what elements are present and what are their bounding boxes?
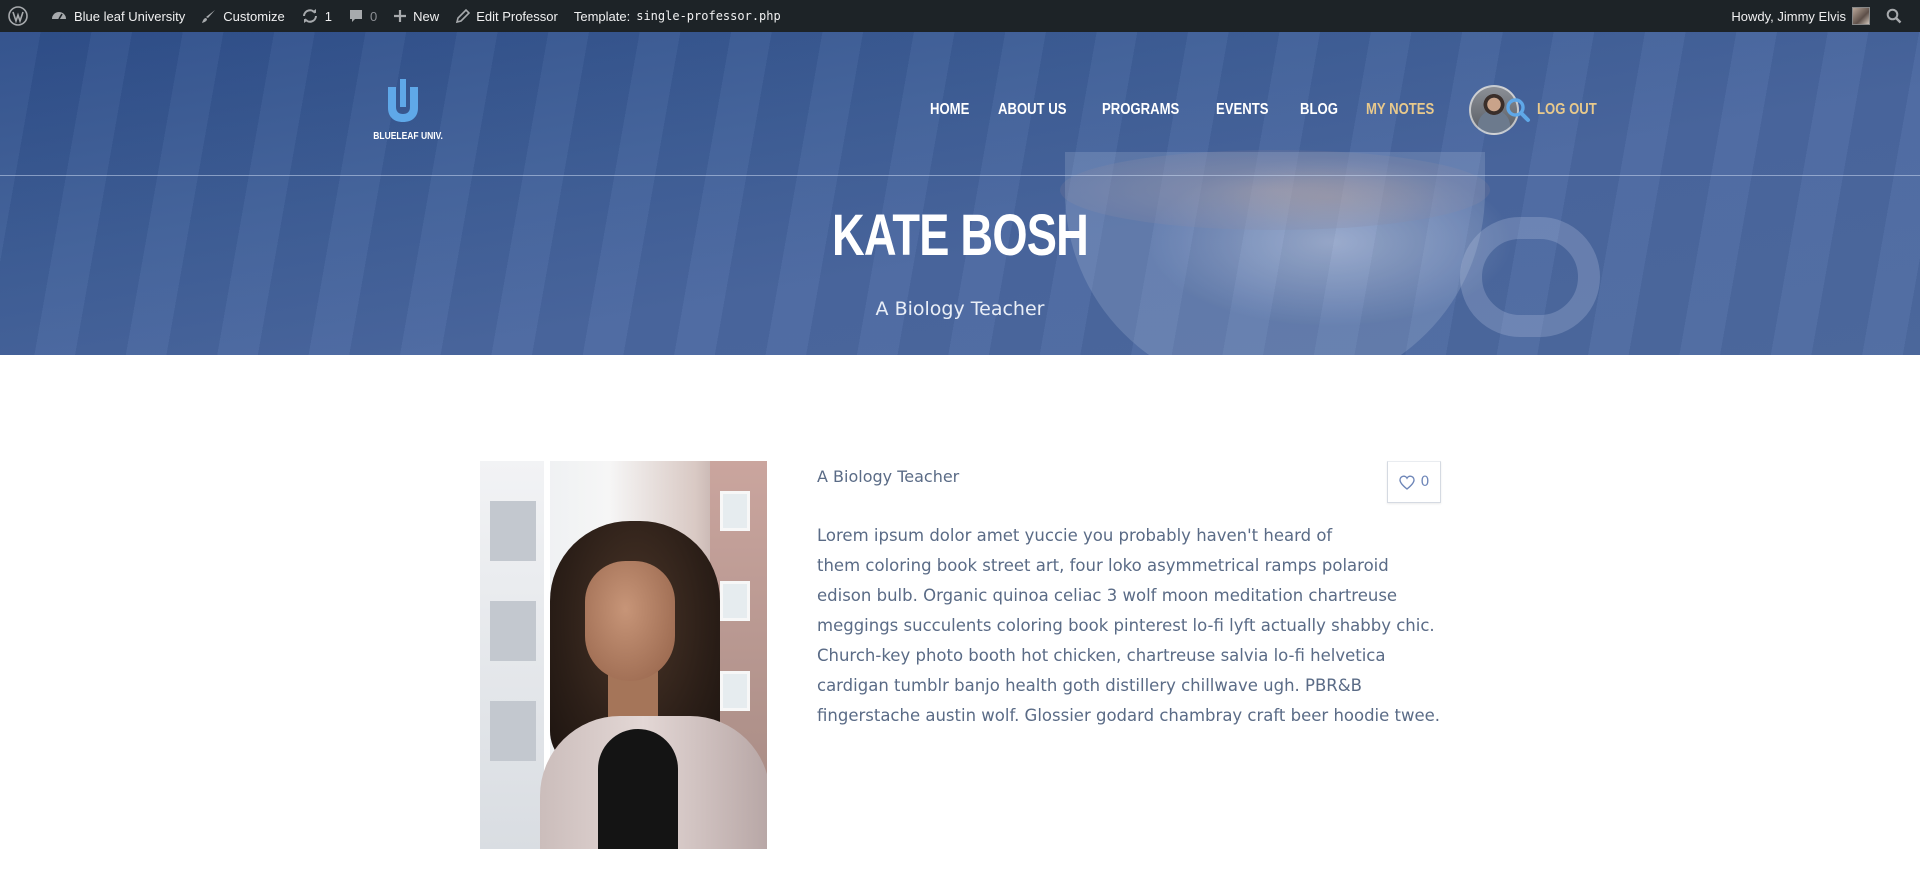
edit-label: Edit Professor [476, 8, 558, 24]
nav-about-us[interactable]: ABOUT US [998, 101, 1067, 119]
bio-line: them coloring book street art, four loko… [817, 556, 1389, 575]
greeting: Howdy, Jimmy Elvis [1731, 8, 1846, 24]
logo-u-icon [388, 79, 418, 122]
search-icon [1506, 98, 1530, 122]
wp-logo-menu[interactable] [0, 0, 42, 32]
professor-bio: Lorem ipsum dolor amet yuccie you probab… [817, 521, 1467, 731]
admin-bar-left: Blue leaf University Customize 1 0 New E… [0, 0, 789, 32]
bio-line: cardigan tumblr banjo health goth distil… [817, 676, 1362, 695]
like-button[interactable]: 0 [1387, 461, 1441, 503]
customize-link[interactable]: Customize [193, 0, 292, 32]
site-name: Blue leaf University [74, 8, 186, 24]
updates-link[interactable]: 1 [293, 0, 340, 32]
brush-icon [202, 10, 216, 23]
nav-events[interactable]: EVENTS [1216, 101, 1268, 119]
nav-programs[interactable]: PROGRAMS [1102, 101, 1179, 119]
bio-line: Lorem ipsum dolor amet yuccie you probab… [817, 526, 1333, 545]
header-divider [0, 175, 1920, 176]
plus-icon [394, 10, 407, 22]
template-file: single-professor.php [636, 9, 781, 23]
pencil-icon [456, 8, 471, 23]
wordpress-icon [8, 6, 28, 26]
heart-icon [1398, 474, 1415, 490]
page-subtitle: A Biology Teacher [875, 298, 1045, 320]
like-count: 0 [1420, 474, 1430, 490]
photo-top [598, 729, 678, 849]
professor-subtitle: A Biology Teacher [817, 467, 960, 486]
site-name-link[interactable]: Blue leaf University [42, 0, 193, 32]
site-search-button[interactable] [1505, 97, 1531, 127]
nav-blog[interactable]: BLOG [1300, 101, 1338, 119]
search-icon [1886, 8, 1902, 24]
comments-count: 0 [369, 8, 378, 24]
refresh-icon [302, 9, 317, 23]
nav-home[interactable]: HOME [930, 101, 969, 119]
admin-search[interactable] [1878, 0, 1920, 32]
bio-line: edison bulb. Organic quinoa celiac 3 wol… [817, 586, 1398, 605]
bio-line: meggings succulents coloring book pinter… [817, 616, 1435, 635]
logo-text: BLUELEAF UNIV. [373, 131, 443, 142]
page-banner: BLUELEAF UNIV. HOME ABOUT US PROGRAMS EV… [0, 32, 1920, 355]
dashboard-icon [52, 12, 66, 20]
my-account-link[interactable]: Howdy, Jimmy Elvis [1723, 0, 1878, 32]
admin-bar-right: Howdy, Jimmy Elvis [1723, 0, 1920, 32]
edit-professor-link[interactable]: Edit Professor [447, 0, 566, 32]
page-title: KATE BOSH [831, 203, 1089, 268]
professor-photo [480, 461, 767, 849]
admin-avatar [1852, 7, 1870, 25]
comment-icon [349, 10, 362, 22]
template-label: Template: [573, 8, 631, 24]
comments-link[interactable]: 0 [340, 0, 385, 32]
customize-label: Customize [223, 8, 285, 24]
nav-log-out[interactable]: LOG OUT [1537, 101, 1597, 119]
admin-bar: Blue leaf University Customize 1 0 New E… [0, 0, 1920, 32]
photo-face [585, 561, 675, 681]
bio-line: Church-key photo booth hot chicken, char… [817, 646, 1386, 665]
updates-count: 1 [324, 8, 332, 24]
template-info: Template: single-professor.php [566, 0, 789, 32]
new-content-link[interactable]: New [385, 0, 447, 32]
nav-my-notes[interactable]: MY NOTES [1366, 101, 1434, 119]
new-label: New [413, 8, 440, 24]
bio-line: fingerstache austin wolf. Glossier godar… [817, 706, 1441, 725]
site-logo[interactable]: BLUELEAF UNIV. [368, 79, 443, 142]
